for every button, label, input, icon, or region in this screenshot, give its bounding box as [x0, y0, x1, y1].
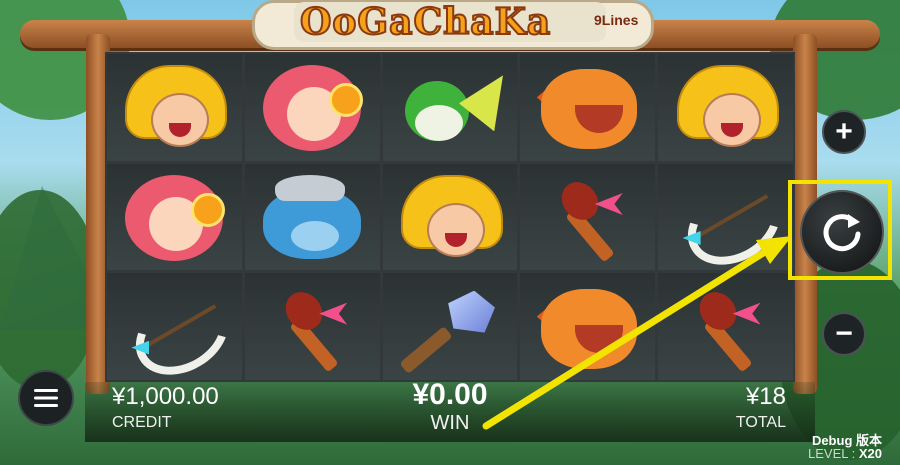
reel-cell [658, 273, 793, 380]
symbol-torch [257, 281, 367, 373]
symbol-caveman [395, 171, 505, 263]
reel-cell [658, 54, 793, 161]
reel-cell [244, 54, 380, 161]
symbol-caveman [119, 61, 229, 153]
symbol-torch [533, 171, 643, 263]
reel-cell [107, 54, 242, 161]
reel-cell [107, 273, 242, 380]
symbol-orange [533, 281, 643, 373]
reel-cell [382, 54, 518, 161]
menu-button[interactable] [18, 370, 74, 426]
symbol-orange [533, 61, 643, 153]
reel-cell [658, 163, 793, 271]
bet-increase-button[interactable]: + [822, 110, 866, 154]
symbol-bow [119, 278, 242, 380]
symbol-girl [257, 61, 367, 153]
refresh-icon [823, 214, 861, 252]
spin-button[interactable] [800, 190, 884, 274]
level-label: LEVEL : [808, 446, 859, 461]
reel-cell [520, 273, 656, 380]
symbol-caveman [671, 61, 781, 153]
reel-cell [382, 163, 518, 271]
symbol-girl [119, 171, 229, 263]
foliage [0, 190, 100, 390]
reel-cell [244, 163, 380, 271]
symbol-greendino [395, 61, 505, 153]
credit-label: CREDIT [112, 414, 172, 431]
reel-cell [520, 163, 656, 271]
reel-grid [105, 52, 795, 382]
paylines-label: 9Lines [594, 12, 639, 28]
menu-icon [34, 389, 58, 407]
bet-decrease-button[interactable]: − [822, 312, 866, 356]
level-indicator: LEVEL : X20 [782, 446, 882, 461]
plus-icon: + [835, 115, 853, 148]
win-label: WIN [430, 412, 470, 434]
reel-cell [382, 273, 518, 380]
reel-cell [107, 163, 242, 271]
symbol-bow [671, 169, 793, 271]
credit-value: ¥1,000.00 [112, 383, 219, 410]
symbol-hammer [395, 281, 505, 374]
symbol-torch [671, 281, 781, 373]
reel-cell [520, 54, 656, 161]
level-value: X20 [858, 446, 882, 461]
win-value: ¥0.00 [412, 378, 488, 411]
minus-icon: − [835, 317, 853, 350]
symbol-blue [257, 171, 367, 263]
game-logo: OoGaChaKa [299, 1, 552, 43]
reel-cell [244, 273, 380, 380]
total-bet-value: ¥18 [745, 383, 786, 410]
total-bet-label: TOTAL [735, 414, 786, 431]
